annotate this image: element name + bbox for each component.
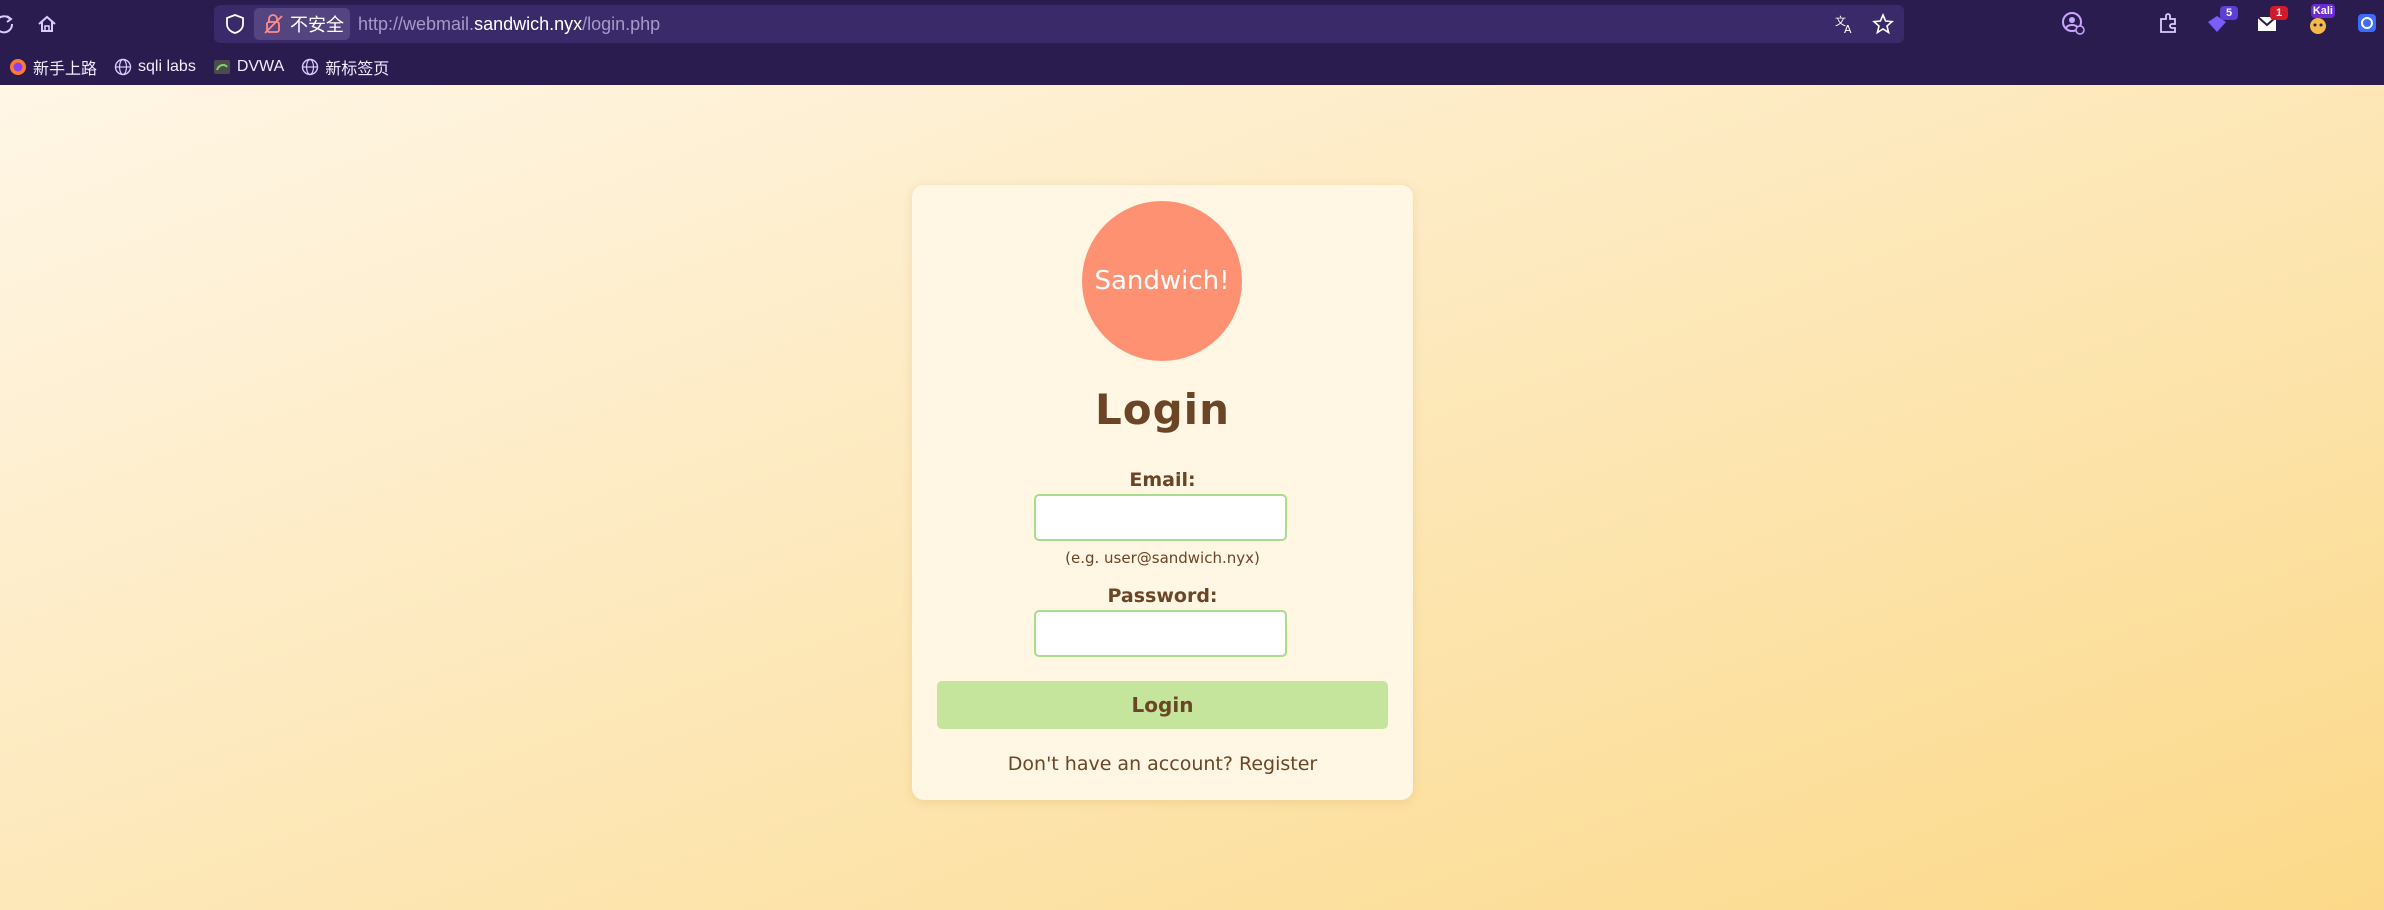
reload-icon[interactable] — [0, 12, 16, 36]
bookmark-label: sqli labs — [138, 57, 196, 75]
url-path: /login.php — [582, 14, 661, 34]
login-card: Sandwich! Login Email: (e.g. user@sandwi… — [912, 185, 1413, 800]
bookmark-item[interactable]: 新手上路 — [8, 55, 97, 79]
globe-icon — [300, 57, 320, 77]
register-prompt-text: Don't have an account? — [1007, 753, 1233, 775]
insecure-lock-icon — [264, 13, 284, 35]
profile-label: Kali — [2310, 4, 2335, 18]
password-label: Password: — [1107, 585, 1218, 607]
email-label: Email: — [1129, 469, 1196, 491]
bookmark-item[interactable]: sqli labs — [113, 57, 196, 77]
page-title: Login — [1095, 385, 1230, 434]
register-prompt: Don't have an account? Register — [912, 753, 1413, 775]
extension-mail-badge: 1 — [2270, 6, 2288, 20]
home-icon[interactable] — [35, 12, 59, 36]
logo-text: Sandwich! — [1094, 266, 1230, 296]
url-host: sandwich.nyx — [474, 14, 583, 34]
profile-avatar-icon[interactable]: Kali — [2305, 4, 2335, 36]
url-scheme: http://webmail. — [358, 14, 475, 34]
bookmark-star-icon[interactable] — [1872, 12, 1894, 35]
bookmark-item[interactable]: 新标签页 — [300, 55, 389, 79]
bookmarks-bar: 新手上路 sqli labs DVWA 新标签页 — [0, 48, 2384, 85]
url-bar[interactable]: 不安全 http://webmail.sandwich.nyx/login.ph… — [214, 5, 1904, 43]
firefox-icon — [8, 57, 28, 77]
url-text[interactable]: http://webmail.sandwich.nyx/login.php — [358, 5, 660, 43]
bookmark-item[interactable]: DVWA — [212, 57, 284, 77]
extension-badge-count: 5 — [2220, 6, 2238, 20]
sandwich-logo: Sandwich! — [1082, 201, 1242, 361]
dvwa-icon — [212, 57, 232, 77]
translate-icon[interactable]: 文A — [1834, 13, 1856, 36]
bookmark-label: 新标签页 — [325, 60, 390, 78]
svg-text:A: A — [1844, 23, 1852, 35]
login-button[interactable]: Login — [937, 681, 1388, 729]
extensions-puzzle-icon[interactable] — [2156, 10, 2182, 36]
account-sync-icon[interactable] — [2060, 10, 2086, 36]
page-background: Sandwich! Login Email: (e.g. user@sandwi… — [0, 85, 2384, 910]
email-field[interactable] — [1034, 494, 1287, 541]
extension-square-icon[interactable] — [2355, 10, 2381, 36]
register-link[interactable]: Register — [1239, 753, 1317, 775]
bookmark-label: DVWA — [236, 57, 285, 75]
password-field[interactable] — [1034, 610, 1287, 657]
bookmark-label: 新手上路 — [33, 60, 98, 78]
extension-gem-icon[interactable]: 5 — [2204, 6, 2238, 36]
globe-icon — [113, 57, 133, 77]
email-hint: (e.g. user@sandwich.nyx) — [1065, 549, 1260, 567]
insecure-connection-indicator[interactable]: 不安全 — [254, 8, 350, 40]
browser-toolbar: 不安全 http://webmail.sandwich.nyx/login.ph… — [0, 0, 2384, 48]
insecure-label: 不安全 — [290, 15, 344, 36]
tracking-shield-icon[interactable] — [224, 13, 246, 35]
extension-mail-icon[interactable]: 1 — [2254, 6, 2288, 36]
